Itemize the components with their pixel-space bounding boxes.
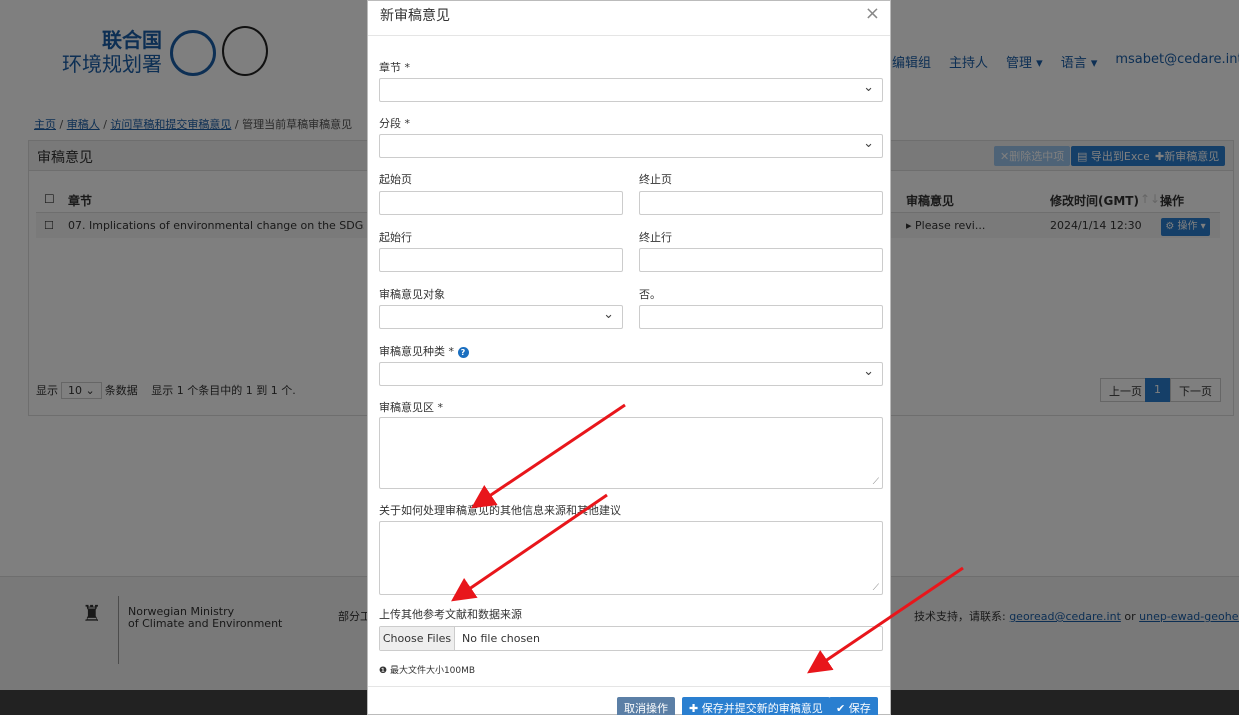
sources-textarea[interactable] (379, 521, 883, 595)
close-icon[interactable]: × (865, 3, 880, 24)
target-select[interactable] (379, 305, 623, 329)
start-line-label: 起始行 (379, 231, 412, 244)
footer-divider (368, 686, 890, 687)
file-upload-input[interactable]: Choose Files No file chosen (379, 626, 883, 651)
end-line-label: 终止行 (639, 231, 672, 244)
start-line-input[interactable] (379, 248, 623, 272)
type-select[interactable] (379, 362, 883, 386)
section-label: 分段 * (379, 117, 410, 130)
save-and-submit-button[interactable]: ✚ 保存并提交新的审稿意见 (682, 697, 830, 715)
section-select[interactable] (379, 134, 883, 158)
dialog-title: 新审稿意见 (380, 8, 450, 24)
help-icon[interactable]: ? (457, 346, 469, 358)
end-page-input[interactable] (639, 191, 883, 215)
comment-textarea[interactable] (379, 417, 883, 489)
chapter-label: 章节 * (379, 61, 410, 74)
start-page-input[interactable] (379, 191, 623, 215)
comment-area-label: 审稿意见区 * (379, 401, 443, 414)
upload-label: 上传其他参考文献和数据来源 (379, 608, 522, 621)
divider (368, 35, 890, 36)
chapter-select[interactable] (379, 78, 883, 102)
choose-files-button[interactable]: Choose Files (380, 627, 455, 650)
end-line-input[interactable] (639, 248, 883, 272)
type-label: 审稿意见种类 * ? (379, 343, 469, 359)
max-size-note: ❶ 最大文件大小100MB (379, 666, 476, 676)
number-input[interactable] (639, 305, 883, 329)
save-button[interactable]: ✔ 保存 (829, 697, 878, 715)
target-label: 审稿意见对象 (379, 288, 445, 301)
cancel-button[interactable]: 取消操作 (617, 697, 675, 715)
new-comment-dialog: 新审稿意见 × 章节 * 分段 * 起始页 终止页 起始行 终止行 审稿意见对象… (367, 0, 891, 715)
sources-label: 关于如何处理审稿意见的其他信息来源和其他建议 (379, 504, 621, 517)
start-page-label: 起始页 (379, 173, 412, 186)
number-label: 否。 (639, 288, 661, 301)
no-file-text: No file chosen (462, 632, 540, 645)
end-page-label: 终止页 (639, 173, 672, 186)
info-icon: ❶ (379, 666, 388, 676)
